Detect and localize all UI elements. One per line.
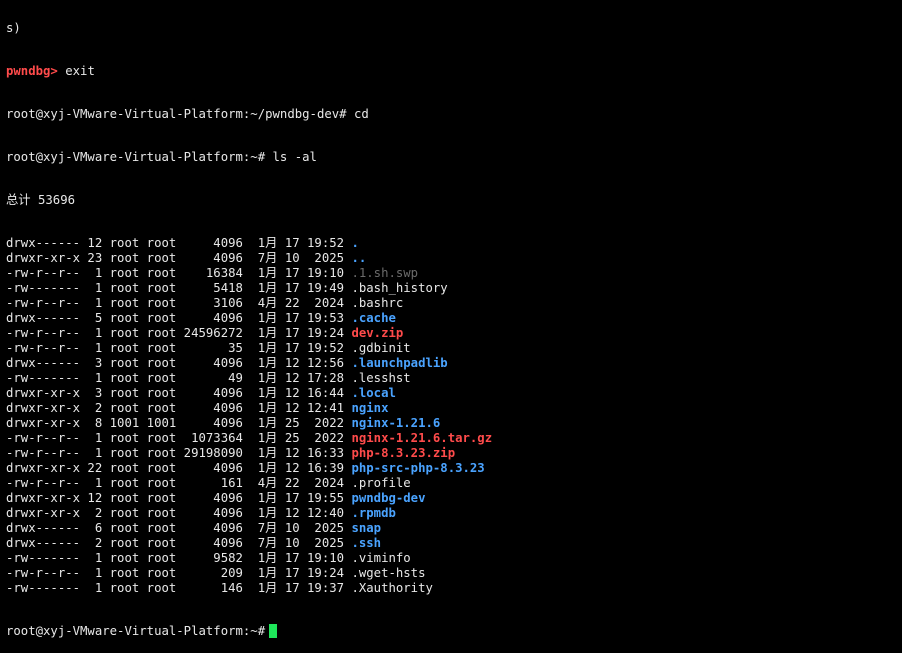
listing-name: .1.sh.swp: [351, 266, 419, 280]
listing-meta: drwxr-xr-x 2 root root 4096 1月 12 12:40: [6, 506, 352, 520]
listing-row: drwxr-xr-x 2 root root 4096 1月 12 12:41 …: [6, 401, 902, 416]
listing-meta: drwxr-xr-x 22 root root 4096 1月 12 16:39: [6, 461, 352, 475]
listing-meta: drwxr-xr-x 12 root root 4096 1月 17 19:55: [6, 491, 352, 505]
listing-name: .lesshst: [351, 371, 411, 385]
top-fragment-text: s): [6, 21, 21, 35]
listing-row: drwxr-xr-x 8 1001 1001 4096 1月 25 2022 n…: [6, 416, 902, 431]
listing-row: -rw------- 1 root root 5418 1月 17 19:49 …: [6, 281, 902, 296]
listing-row: -rw-r--r-- 1 root root 24596272 1月 17 19…: [6, 326, 902, 341]
ls-command-line: root@xyj-VMware-Virtual-Platform:~# ls -…: [6, 150, 317, 164]
listing-meta: -rw------- 1 root root 9582 1月 17 19:10: [6, 551, 352, 565]
listing-row: drwx------ 2 root root 4096 7月 10 2025 .…: [6, 536, 902, 551]
listing-row: -rw-r--r-- 1 root root 209 1月 17 19:24 .…: [6, 566, 902, 581]
listing-meta: drwx------ 2 root root 4096 7月 10 2025: [6, 536, 352, 550]
listing-name: dev.zip: [351, 326, 404, 340]
listing-meta: -rw-r--r-- 1 root root 161 4月 22 2024: [6, 476, 352, 490]
listing-row: drwx------ 3 root root 4096 1月 12 12:56 …: [6, 356, 902, 371]
listing-meta: drwx------ 12 root root 4096 1月 17 19:52: [6, 236, 352, 250]
listing-meta: -rw------- 1 root root 5418 1月 17 19:49: [6, 281, 352, 295]
listing-row: -rw-r--r-- 1 root root 3106 4月 22 2024 .…: [6, 296, 902, 311]
listing-name: .Xauthority: [351, 581, 433, 595]
listing-name: .viminfo: [351, 551, 411, 565]
scrollback-fragment: s): [6, 21, 902, 36]
exit-command: exit: [57, 64, 95, 78]
listing-meta: -rw-r--r-- 1 root root 1073364 1月 25 202…: [6, 431, 352, 445]
listing-name: .wget-hsts: [351, 566, 426, 580]
listing-row: -rw-r--r-- 1 root root 29198090 1月 12 16…: [6, 446, 902, 461]
listing-row: drwxr-xr-x 23 root root 4096 7月 10 2025 …: [6, 251, 902, 266]
listing-name: php-src-php-8.3.23: [351, 461, 485, 475]
listing-meta: -rw------- 1 root root 49 1月 12 17:28: [6, 371, 352, 385]
text-cursor: [269, 624, 278, 638]
cd-command-line: root@xyj-VMware-Virtual-Platform:~/pwndb…: [6, 107, 369, 121]
listing-name: .ssh: [351, 536, 382, 550]
listing-meta: drwx------ 3 root root 4096 1月 12 12:56: [6, 356, 352, 370]
listing-meta: drwxr-xr-x 23 root root 4096 7月 10 2025: [6, 251, 352, 265]
listing-row: -rw-r--r-- 1 root root 35 1月 17 19:52 .g…: [6, 341, 902, 356]
listing-name: pwndbg-dev: [351, 491, 426, 505]
listing-meta: -rw-r--r-- 1 root root 209 1月 17 19:24: [6, 566, 352, 580]
terminal-output[interactable]: s) pwndbg> exit root@xyj-VMware-Virtual-…: [6, 0, 902, 653]
listing-name: nginx-1.21.6: [351, 416, 441, 430]
listing-meta: -rw-r--r-- 1 root root 35 1月 17 19:52: [6, 341, 352, 355]
listing-name: .rpmdb: [351, 506, 396, 520]
listing-name: .: [351, 236, 359, 250]
listing-name: nginx: [351, 401, 389, 415]
listing-row: drwx------ 5 root root 4096 1月 17 19:53 …: [6, 311, 902, 326]
current-prompt-line[interactable]: root@xyj-VMware-Virtual-Platform:~#: [6, 624, 902, 639]
listing-meta: drwxr-xr-x 2 root root 4096 1月 12 12:41: [6, 401, 352, 415]
listing-name: nginx-1.21.6.tar.gz: [351, 431, 493, 445]
listing-row: -rw-r--r-- 1 root root 16384 1月 17 19:10…: [6, 266, 902, 281]
listing-row: drwx------ 6 root root 4096 7月 10 2025 s…: [6, 521, 902, 536]
listing-meta: -rw-r--r-- 1 root root 3106 4月 22 2024: [6, 296, 352, 310]
listing-row: -rw-r--r-- 1 root root 1073364 1月 25 202…: [6, 431, 902, 446]
listing-meta: -rw------- 1 root root 146 1月 17 19:37: [6, 581, 352, 595]
listing-name: .gdbinit: [351, 341, 411, 355]
listing-row: -rw-r--r-- 1 root root 161 4月 22 2024 .p…: [6, 476, 902, 491]
listing-name: .cache: [351, 311, 396, 325]
listing-row: drwxr-xr-x 3 root root 4096 1月 12 16:44 …: [6, 386, 902, 401]
listing-row: -rw------- 1 root root 146 1月 17 19:37 .…: [6, 581, 902, 596]
listing-row: -rw------- 1 root root 9582 1月 17 19:10 …: [6, 551, 902, 566]
listing-meta: -rw-r--r-- 1 root root 29198090 1月 12 16…: [6, 446, 352, 460]
listing-meta: drwx------ 5 root root 4096 1月 17 19:53: [6, 311, 352, 325]
total-line: 总计 53696: [6, 193, 76, 207]
listing-row: drwxr-xr-x 22 root root 4096 1月 12 16:39…: [6, 461, 902, 476]
listing-row: -rw------- 1 root root 49 1月 12 17:28 .l…: [6, 371, 902, 386]
listing-meta: -rw-r--r-- 1 root root 16384 1月 17 19:10: [6, 266, 352, 280]
pwndbg-exit-line: pwndbg> exit: [6, 64, 902, 79]
listing-name: snap: [351, 521, 382, 535]
listing-name: php-8.3.23.zip: [351, 446, 456, 460]
listing-meta: -rw-r--r-- 1 root root 24596272 1月 17 19…: [6, 326, 352, 340]
listing-name: ..: [351, 251, 367, 265]
listing-meta: drwxr-xr-x 3 root root 4096 1月 12 16:44: [6, 386, 352, 400]
listing-name: .launchpadlib: [351, 356, 448, 370]
listing-name: .bash_history: [351, 281, 448, 295]
pwndbg-prompt: pwndbg>: [6, 64, 58, 78]
listing-row: drwxr-xr-x 12 root root 4096 1月 17 19:55…: [6, 491, 902, 506]
listing-row: drwxr-xr-x 2 root root 4096 1月 12 12:40 …: [6, 506, 902, 521]
listing-name: .local: [351, 386, 396, 400]
listing-meta: drwxr-xr-x 8 1001 1001 4096 1月 25 2022: [6, 416, 352, 430]
listing-name: .bashrc: [351, 296, 404, 310]
listing-meta: drwx------ 6 root root 4096 7月 10 2025: [6, 521, 352, 535]
final-prompt: root@xyj-VMware-Virtual-Platform:~#: [6, 624, 266, 638]
listing-name: .profile: [351, 476, 411, 490]
file-listing: drwx------ 12 root root 4096 1月 17 19:52…: [6, 236, 902, 596]
listing-row: drwx------ 12 root root 4096 1月 17 19:52…: [6, 236, 902, 251]
